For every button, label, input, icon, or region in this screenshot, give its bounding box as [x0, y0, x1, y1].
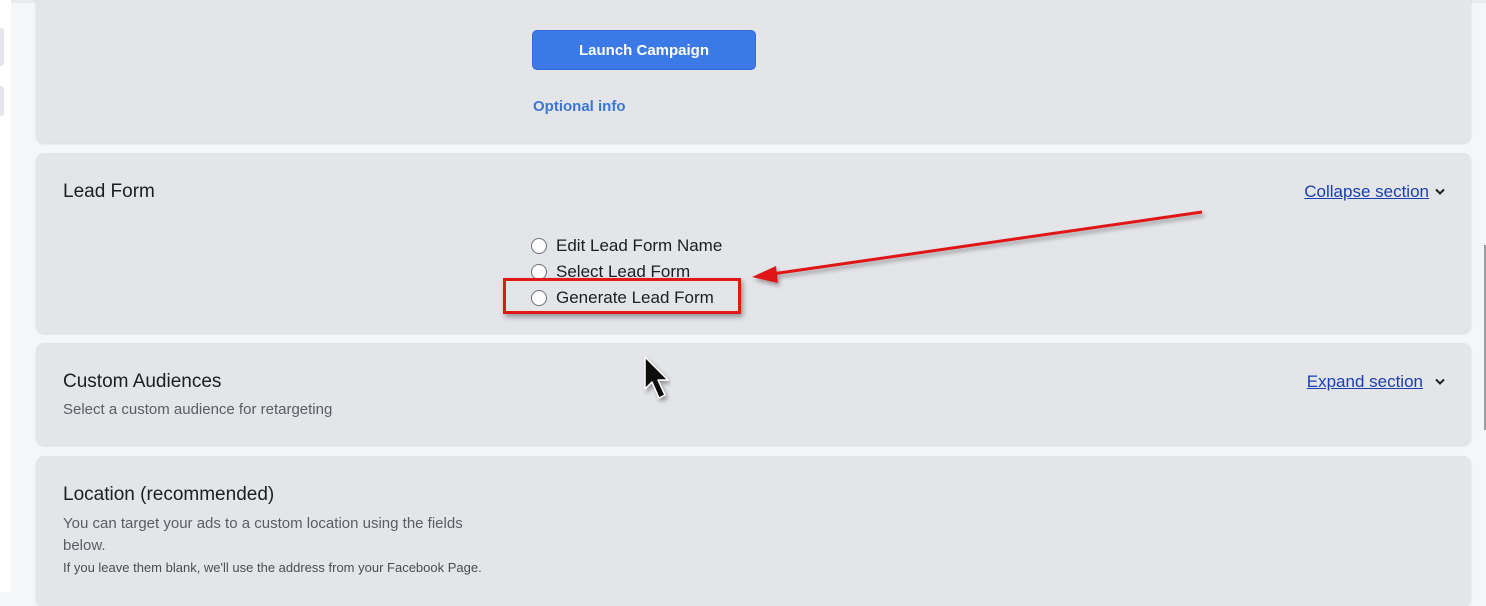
rail-tab[interactable] [0, 86, 4, 116]
custom-audiences-title: Custom Audiences [63, 371, 222, 392]
background-gap [1146, 449, 1486, 455]
custom-audiences-subtitle: Select a custom audience for retargeting [63, 401, 333, 418]
location-card: Location (recommended) You can target yo… [36, 456, 1471, 606]
location-description: You can target your ads to a custom loca… [63, 515, 463, 554]
lead-form-title: Lead Form [63, 181, 155, 202]
left-rail [0, 0, 11, 592]
radio-label: Edit Lead Form Name [556, 236, 723, 255]
location-title: Location (recommended) [63, 484, 275, 505]
launch-card: Launch Campaign Optional info [36, 0, 1471, 143]
chevron-down-icon [1435, 188, 1445, 195]
custom-audiences-card: Custom Audiences Select a custom audienc… [36, 343, 1471, 445]
expand-section-link[interactable]: Expand section [1307, 372, 1423, 392]
launch-campaign-button[interactable]: Launch Campaign [532, 30, 756, 70]
radio-option-edit-lead-form-name[interactable]: Edit Lead Form Name [531, 233, 722, 259]
expand-section-toggle[interactable]: Expand section [1307, 372, 1445, 392]
collapse-section-link[interactable]: Collapse section [1304, 182, 1429, 202]
highlight-box [503, 278, 741, 314]
radio-button[interactable] [531, 238, 547, 254]
rail-tab[interactable] [0, 28, 4, 66]
location-note: If you leave them blank, we'll use the a… [63, 560, 482, 575]
optional-info-link[interactable]: Optional info [533, 98, 625, 115]
collapse-section-toggle[interactable]: Collapse section [1304, 182, 1445, 202]
chevron-down-icon [1435, 378, 1445, 385]
lead-form-card: Lead Form Collapse section Edit Lead For… [36, 153, 1471, 333]
